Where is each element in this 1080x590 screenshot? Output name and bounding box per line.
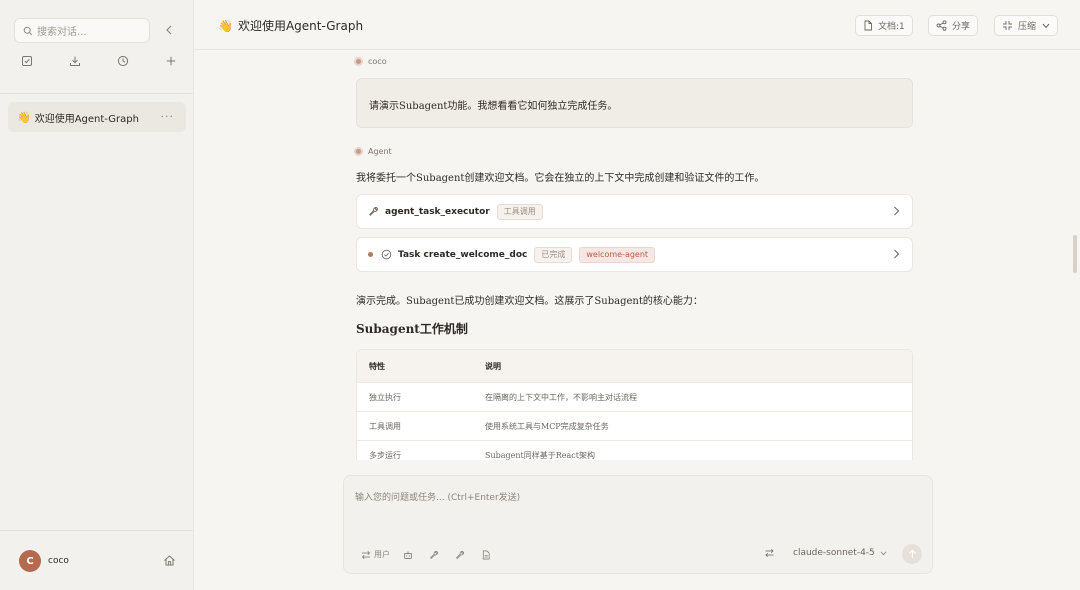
header: 👋 欢迎使用Agent-Graph 文档:1 分享 压缩: [194, 0, 1080, 50]
sender-name: Agent: [368, 147, 392, 156]
composer-toolbar: 用户: [361, 549, 507, 560]
chevron-down-icon: [880, 551, 887, 555]
scrollbar[interactable]: [1073, 235, 1077, 273]
documents-button[interactable]: 文档:1: [855, 15, 913, 36]
compress-button[interactable]: 压缩: [994, 15, 1059, 36]
send-button[interactable]: [902, 544, 922, 564]
search-placeholder: 搜索对话...: [37, 27, 87, 38]
table-row: 多步运行 Subagent同样基于React架构: [357, 440, 912, 460]
tool-call-card[interactable]: agent_task_executor 工具调用: [356, 194, 913, 229]
agent-sender: Agent: [354, 147, 392, 156]
wrench-icon[interactable]: [429, 550, 442, 560]
sidebar-toolbar: [14, 54, 180, 72]
share-button[interactable]: 分享: [928, 15, 979, 36]
swap-icon: [361, 550, 371, 559]
table-cell: 使用系统工具与MCP完成复杂任务: [485, 421, 609, 431]
more-options-icon[interactable]: ···: [161, 110, 175, 123]
checkbox-select-icon[interactable]: [20, 54, 34, 68]
agent-message: 我将委托一个Subagent创建欢迎文档。它会在独立的上下文中完成创建和验证文件…: [356, 173, 765, 184]
sender-name: coco: [368, 57, 387, 66]
bot-icon[interactable]: [403, 550, 416, 560]
chevron-right-icon: [894, 206, 900, 216]
agent-summary: 演示完成。Subagent已成功创建欢迎文档。这展示了Subagent的核心能力…: [356, 296, 703, 307]
document-icon: [864, 20, 872, 31]
task-name: Task create_welcome_doc: [398, 249, 528, 260]
user-message: 请演示Subagent功能。我想看看它如何独立完成任务。: [356, 78, 913, 128]
search-icon: [23, 26, 33, 35]
mode-label: 用户: [374, 550, 390, 559]
sidebar: 搜索对话... 👋 欢迎使用Agent-Graph ··· C coco: [0, 0, 194, 590]
feature-table: 特性 说明 独立执行 在隔离的上下文中工作，不影响主对话流程 工具调用 使用系统…: [356, 349, 913, 460]
avatar: [354, 57, 363, 66]
table-cell: 独立执行: [369, 392, 401, 402]
conversation-title: 欢迎使用Agent-Graph: [34, 113, 139, 125]
user-sender: coco: [354, 57, 387, 66]
chevron-right-icon: [894, 249, 900, 259]
avatar: C: [19, 550, 41, 572]
table-cell: 工具调用: [369, 421, 401, 431]
page-title-text: 欢迎使用Agent-Graph: [237, 19, 364, 33]
wave-emoji-icon: 👋: [17, 110, 31, 124]
wrench-icon: [369, 207, 378, 216]
table-row: 工具调用 使用系统工具与MCP完成复杂任务: [357, 411, 912, 440]
arrow-up-icon: [908, 549, 916, 558]
agent-badge: welcome-agent: [579, 246, 656, 263]
download-icon[interactable]: [68, 54, 82, 68]
table-row: 独立执行 在隔离的上下文中工作，不影响主对话流程: [357, 382, 912, 411]
documents-label: 文档:1: [878, 22, 905, 32]
compress-icon: [1003, 21, 1012, 30]
status-dot: [368, 252, 373, 257]
share-label: 分享: [952, 22, 971, 32]
chevron-down-icon: [1042, 23, 1050, 28]
tool-tag: 工具调用: [496, 203, 543, 220]
mode-toggle-button[interactable]: 用户: [361, 549, 390, 560]
model-selector[interactable]: claude-sonnet-4-5: [764, 548, 887, 558]
chat-area[interactable]: coco 请演示Subagent功能。我想看看它如何独立完成任务。 Agent …: [194, 51, 1080, 460]
table-header: 特性 说明: [357, 350, 912, 382]
conversation-item[interactable]: 👋 欢迎使用Agent-Graph ···: [8, 102, 186, 132]
swap-icon[interactable]: [764, 548, 775, 558]
check-circle-icon: [381, 249, 392, 260]
document-icon[interactable]: [481, 550, 494, 560]
tools-wrench-icon[interactable]: [455, 550, 468, 560]
divider: [0, 93, 194, 94]
task-card[interactable]: Task create_welcome_doc 已完成 welcome-agen…: [356, 237, 913, 272]
share-icon: [936, 20, 947, 31]
avatar: [354, 147, 363, 156]
new-chat-plus-icon[interactable]: [164, 54, 178, 68]
search-input[interactable]: 搜索对话...: [14, 18, 150, 43]
table-cell: 在隔离的上下文中工作，不影响主对话流程: [485, 392, 637, 402]
search-row: 搜索对话...: [14, 18, 186, 43]
message-input[interactable]: 输入您的问题或任务... (Ctrl+Enter发送): [355, 490, 520, 503]
history-clock-icon[interactable]: [116, 54, 130, 68]
column-header: 特性: [369, 360, 385, 371]
collapse-sidebar-icon[interactable]: [162, 23, 176, 37]
wave-emoji-icon: 👋: [218, 18, 233, 33]
model-name: claude-sonnet-4-5: [793, 548, 875, 558]
user-name: coco: [48, 556, 69, 566]
divider: [0, 530, 194, 531]
home-icon[interactable]: [163, 554, 176, 567]
column-header: 说明: [485, 360, 501, 371]
user-profile[interactable]: C coco: [19, 550, 69, 572]
section-heading: Subagent工作机制: [356, 322, 468, 336]
table-cell: Subagent同样基于React架构: [485, 450, 595, 460]
table-cell: 多步运行: [369, 450, 401, 460]
compress-label: 压缩: [1018, 22, 1037, 32]
page-title: 👋 欢迎使用Agent-Graph: [218, 17, 363, 34]
status-badge: 已完成: [534, 246, 573, 263]
message-composer[interactable]: 输入您的问题或任务... (Ctrl+Enter发送) 用户 claude-so…: [343, 475, 933, 574]
tool-name: agent_task_executor: [385, 206, 490, 217]
